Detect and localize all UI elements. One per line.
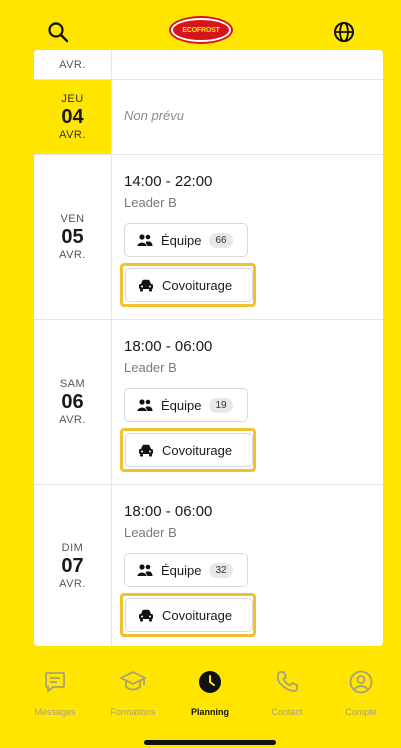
nav-messages-label: Messages bbox=[34, 707, 76, 717]
unplanned-text: Non prévu bbox=[124, 108, 184, 123]
globe-icon[interactable] bbox=[330, 18, 358, 46]
carpool-label: Covoiturage bbox=[162, 277, 233, 293]
schedule-card: AVR. JEU 04 AVR. Non prévu VEN 05 AVR. 1… bbox=[34, 50, 383, 646]
team-button[interactable]: Équipe 19 bbox=[124, 388, 248, 422]
date-month: AVR. bbox=[59, 59, 86, 71]
shift-time: 14:00 - 22:00 bbox=[124, 173, 213, 190]
message-icon bbox=[43, 670, 67, 699]
date-weekday: SAM bbox=[59, 378, 86, 390]
team-count-badge: 66 bbox=[209, 232, 233, 248]
car-icon bbox=[138, 607, 154, 623]
nav-planning[interactable]: Planning bbox=[175, 670, 245, 730]
car-icon bbox=[138, 277, 154, 293]
shift-role: Leader B bbox=[124, 360, 177, 375]
shift-time: 18:00 - 06:00 bbox=[124, 503, 213, 520]
date-day: 05 bbox=[61, 226, 84, 248]
carpool-button[interactable]: Covoiturage bbox=[125, 433, 253, 467]
date-day: 07 bbox=[61, 554, 84, 577]
people-icon bbox=[137, 397, 153, 413]
shift-role: Leader B bbox=[124, 525, 177, 540]
schedule-row: VEN 05 AVR. 14:00 - 22:00 Leader B Équip… bbox=[34, 155, 383, 320]
date-weekday: DIM bbox=[61, 541, 84, 554]
date-weekday: JEU bbox=[61, 93, 84, 105]
carpool-label: Covoiturage bbox=[162, 442, 233, 458]
shift-content: Non prévu bbox=[124, 80, 383, 154]
nav-contact[interactable]: Contact bbox=[252, 670, 322, 730]
shift-content: 14:00 - 22:00 Leader B Équipe 66 Covoitu… bbox=[120, 155, 383, 319]
date-month: AVR. bbox=[59, 577, 86, 590]
date-column: SAM 06 AVR. bbox=[34, 320, 112, 484]
search-icon[interactable] bbox=[44, 18, 72, 46]
team-label: Équipe bbox=[161, 397, 202, 413]
shift-content: 18:00 - 06:00 Leader B Équipe 32 Covoitu… bbox=[120, 485, 383, 646]
people-icon bbox=[137, 562, 153, 578]
clock-icon bbox=[198, 670, 222, 699]
shift-time: 18:00 - 06:00 bbox=[124, 338, 213, 355]
date-month: AVR. bbox=[59, 414, 86, 426]
home-indicator bbox=[144, 740, 276, 745]
team-label: Équipe bbox=[161, 232, 202, 248]
nav-messages[interactable]: Messages bbox=[20, 670, 90, 730]
brand-logo-text: ECOFROST bbox=[173, 20, 229, 40]
phone-icon bbox=[275, 670, 299, 699]
date-day: 04 bbox=[61, 106, 84, 128]
shift-role: Leader B bbox=[124, 195, 177, 210]
date-month: AVR. bbox=[59, 249, 86, 261]
schedule-row[interactable]: JEU 04 AVR. Non prévu bbox=[34, 80, 383, 155]
nav-formations-label: Formations bbox=[110, 707, 156, 717]
team-count-badge: 19 bbox=[209, 397, 233, 413]
brand-logo: ECOFROST bbox=[169, 16, 233, 44]
car-icon bbox=[138, 442, 154, 458]
schedule-row-partial: AVR. bbox=[34, 50, 383, 80]
date-column: AVR. bbox=[34, 50, 112, 79]
schedule-row: SAM 06 AVR. 18:00 - 06:00 Leader B Équip… bbox=[34, 320, 383, 485]
nav-formations[interactable]: Formations bbox=[98, 670, 168, 730]
app-root: ECOFROST AVR. JEU 04 AVR. Non prévu VEN … bbox=[0, 0, 401, 748]
nav-compte[interactable]: Compte bbox=[326, 670, 396, 730]
team-label: Équipe bbox=[161, 562, 202, 578]
carpool-button[interactable]: Covoiturage bbox=[125, 598, 253, 632]
team-button[interactable]: Équipe 32 bbox=[124, 553, 248, 587]
date-column-selected: JEU 04 AVR. bbox=[34, 80, 112, 154]
date-weekday: VEN bbox=[60, 213, 85, 225]
people-icon bbox=[137, 232, 153, 248]
date-day: 06 bbox=[61, 391, 84, 413]
shift-content: 18:00 - 06:00 Leader B Équipe 19 Covoitu… bbox=[120, 320, 383, 484]
nav-planning-label: Planning bbox=[191, 707, 229, 717]
date-column: VEN 05 AVR. bbox=[34, 155, 112, 319]
nav-compte-label: Compte bbox=[345, 707, 377, 717]
team-button[interactable]: Équipe 66 bbox=[124, 223, 248, 257]
carpool-label: Covoiturage bbox=[162, 607, 233, 623]
schedule-row: DIM 07 AVR. 18:00 - 06:00 Leader B Équip… bbox=[34, 485, 383, 646]
date-month: AVR. bbox=[59, 129, 86, 141]
team-count-badge: 32 bbox=[209, 562, 233, 578]
graduation-cap-icon bbox=[120, 670, 146, 699]
date-column: DIM 07 AVR. bbox=[34, 485, 112, 646]
carpool-button[interactable]: Covoiturage bbox=[125, 268, 253, 302]
nav-contact-label: Contact bbox=[271, 707, 303, 717]
account-icon bbox=[349, 670, 373, 699]
bottom-nav: Messages Formations Planning Contact Com… bbox=[0, 656, 401, 748]
